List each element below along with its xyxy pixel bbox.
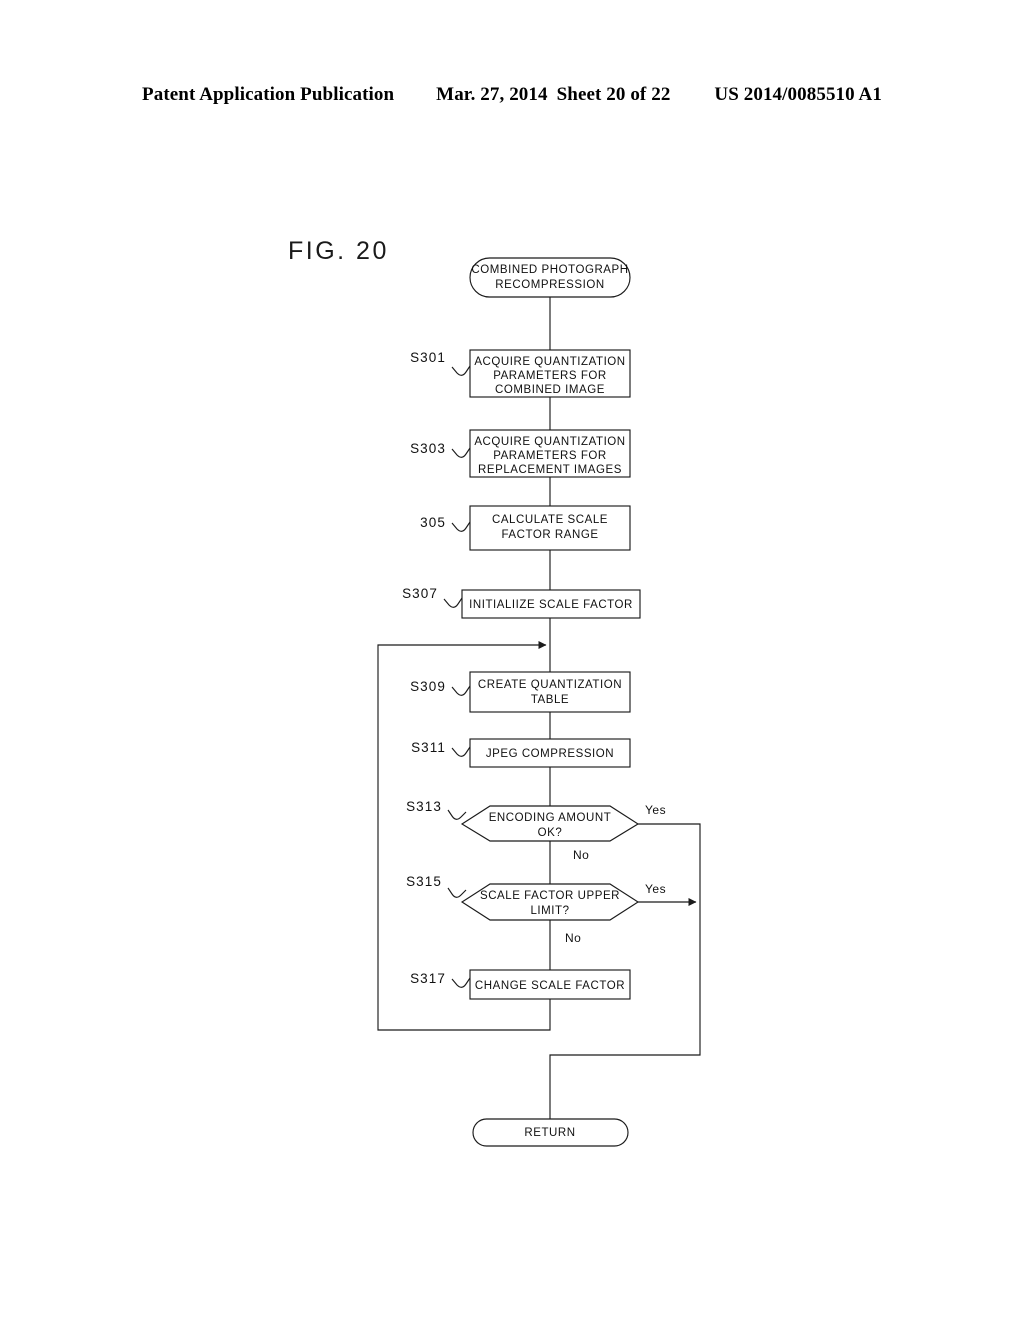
s315-leader-line (447, 887, 467, 898)
s309-leader-line (451, 685, 471, 696)
flow-connectors (377, 297, 701, 1119)
s303-leader-line (451, 447, 471, 458)
s305-step-number: 305 (420, 515, 446, 530)
s311-leader-line (451, 746, 471, 757)
flowchart-diagram: COMBINED PHOTOGRAPH RECOMPRESSION ACQUIR… (377, 257, 701, 1147)
s311-label-line1: JPEG COMPRESSION (486, 748, 614, 760)
node-s311: JPEG COMPRESSION S311 (411, 738, 631, 768)
s315-yes-branch-label: Yes (645, 882, 666, 896)
node-s305: CALCULATE SCALE FACTOR RANGE 305 (420, 505, 631, 551)
s305-label-line2: FACTOR RANGE (501, 529, 598, 541)
s303-label-line2: PARAMETERS FOR (493, 450, 607, 462)
start-label-line1: COMBINED PHOTOGRAPH (471, 264, 628, 276)
s309-process-shape (469, 671, 631, 713)
s301-label-line3: COMBINED IMAGE (495, 384, 605, 396)
s309-label-line1: CREATE QUANTIZATION (478, 679, 622, 691)
s303-step-number: S303 (410, 441, 446, 456)
s305-process-shape (469, 505, 631, 551)
s315-label-line1: SCALE FACTOR UPPER (480, 890, 620, 902)
s301-label-line1: ACQUIRE QUANTIZATION (474, 356, 625, 368)
s313-yes-branch-label: Yes (645, 803, 666, 817)
s311-step-number: S311 (411, 740, 446, 755)
node-s315: SCALE FACTOR UPPER LIMIT? S315 Yes No (406, 874, 666, 945)
node-start: COMBINED PHOTOGRAPH RECOMPRESSION (469, 257, 631, 298)
connector-loop-back-to-s309 (377, 640, 551, 1031)
figure-20-container: FIG. 20 COMBINED PHOTOGRAPH RECOMPRESSIO… (0, 0, 1024, 1320)
s309-label-line2: TABLE (531, 694, 569, 706)
s317-step-number: S317 (410, 971, 446, 986)
s301-step-number: S301 (410, 350, 446, 365)
node-return: RETURN (472, 1118, 629, 1147)
s303-label-line3: REPLACEMENT IMAGES (478, 464, 622, 476)
s315-no-branch-label: No (565, 931, 581, 945)
s307-leader-line (443, 597, 463, 608)
s317-label-line1: CHANGE SCALE FACTOR (475, 980, 625, 992)
s301-label-line2: PARAMETERS FOR (493, 370, 607, 382)
s303-label-line1: ACQUIRE QUANTIZATION (474, 436, 625, 448)
s307-label-line1: INITIALIIZE SCALE FACTOR (469, 599, 633, 611)
s315-label-line2: LIMIT? (530, 905, 569, 917)
s313-label-line1: ENCODING AMOUNT (489, 812, 612, 824)
return-label: RETURN (524, 1127, 575, 1139)
node-s301: ACQUIRE QUANTIZATION PARAMETERS FOR COMB… (410, 349, 631, 398)
s307-step-number: S307 (402, 586, 438, 601)
node-s309: CREATE QUANTIZATION TABLE S309 (410, 671, 631, 713)
s305-label-line1: CALCULATE SCALE (492, 514, 608, 526)
node-s313: ENCODING AMOUNT OK? S313 Yes No (406, 799, 666, 862)
node-s307: INITIALIIZE SCALE FACTOR S307 (402, 586, 641, 619)
node-s303: ACQUIRE QUANTIZATION PARAMETERS FOR REPL… (410, 429, 631, 478)
s309-step-number: S309 (410, 679, 446, 694)
s305-leader-line (451, 521, 471, 532)
node-s317: CHANGE SCALE FACTOR S317 (410, 969, 631, 1000)
s317-leader-line (451, 977, 471, 988)
s301-leader-line (451, 365, 471, 376)
s315-step-number: S315 (406, 874, 442, 889)
s313-label-line2: OK? (538, 827, 563, 839)
s313-step-number: S313 (406, 799, 442, 814)
s313-no-branch-label: No (573, 848, 589, 862)
s313-leader-line (447, 809, 467, 820)
start-label-line2: RECOMPRESSION (495, 279, 604, 291)
